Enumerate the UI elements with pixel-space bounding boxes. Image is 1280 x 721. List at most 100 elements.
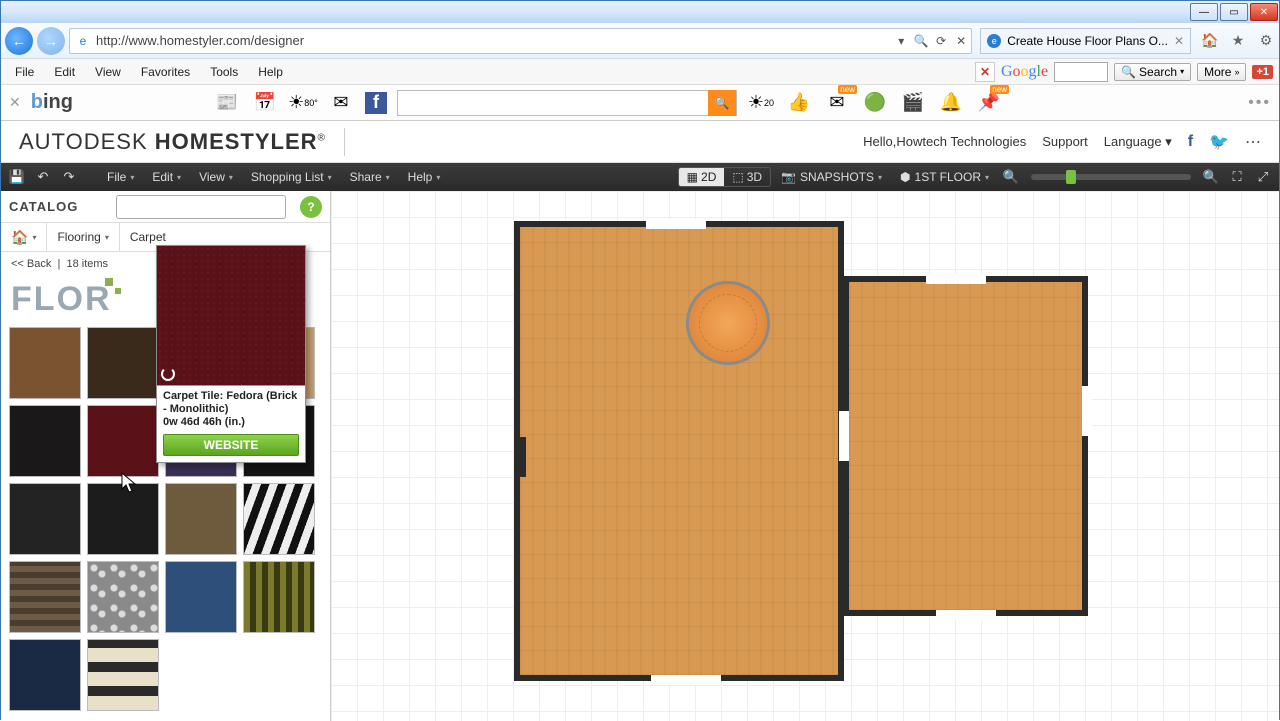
- tab-close-icon[interactable]: ✕: [1174, 34, 1184, 48]
- swatch[interactable]: [243, 561, 315, 633]
- toolbar-search-go-icon[interactable]: 🔍: [708, 90, 736, 116]
- mail-icon[interactable]: ✉: [327, 89, 355, 117]
- google-search-box[interactable]: [1054, 62, 1108, 82]
- search-label: Search: [1139, 65, 1177, 79]
- gear-icon[interactable]: ⚙: [1257, 32, 1275, 49]
- catalog-search-input[interactable]: [117, 199, 286, 214]
- menu-file[interactable]: File: [7, 62, 42, 82]
- swatch[interactable]: [165, 483, 237, 555]
- menu-help[interactable]: Help: [250, 62, 291, 82]
- undo-icon[interactable]: ↶: [31, 166, 55, 188]
- view-mode-toggle[interactable]: ▦ 2D ⬚ 3D: [678, 167, 771, 187]
- divider: [344, 128, 345, 156]
- zoom-out-icon[interactable]: 🔍: [999, 166, 1023, 188]
- round-table[interactable]: [686, 281, 770, 365]
- pin-icon[interactable]: 📌new: [975, 89, 1003, 117]
- breadcrumb-home[interactable]: 🏠▾: [1, 223, 47, 251]
- swatch[interactable]: [9, 639, 81, 711]
- menu-view[interactable]: View: [87, 62, 129, 82]
- like-icon[interactable]: 👍: [785, 89, 813, 117]
- dropdown-icon[interactable]: ▾: [891, 34, 911, 48]
- home-icon[interactable]: 🏠: [1201, 32, 1219, 49]
- forward-button[interactable]: →: [37, 27, 65, 55]
- swatch[interactable]: [9, 483, 81, 555]
- zoom-thumb[interactable]: [1066, 170, 1076, 184]
- save-icon[interactable]: 💾: [5, 166, 29, 188]
- snapshots-dropdown[interactable]: 📷 SNAPSHOTS▾: [773, 167, 890, 187]
- menu-shopping[interactable]: Shopping List▾: [243, 167, 340, 187]
- google-logo: Google: [1001, 63, 1048, 81]
- alert-icon[interactable]: 🔔: [937, 89, 965, 117]
- tooltip-website-button[interactable]: WEBSITE: [163, 434, 299, 456]
- menu-tools[interactable]: Tools: [202, 62, 246, 82]
- search-icon[interactable]: 🔍: [911, 34, 931, 48]
- refresh-icon[interactable]: ⟳: [931, 34, 951, 48]
- redo-icon[interactable]: ↷: [57, 166, 81, 188]
- menu-file[interactable]: File▾: [99, 167, 142, 187]
- swatch[interactable]: [9, 561, 81, 633]
- back-link[interactable]: << Back: [11, 258, 51, 270]
- skype-icon[interactable]: 🟢: [861, 89, 889, 117]
- swatch[interactable]: [9, 327, 81, 399]
- menu-edit[interactable]: Edit▾: [144, 167, 189, 187]
- language-dropdown[interactable]: Language ▾: [1104, 134, 1172, 150]
- gplus-button[interactable]: +1: [1252, 65, 1273, 79]
- block-popup-icon[interactable]: ✕: [975, 62, 995, 82]
- catalog-search[interactable]: 🔍: [116, 195, 286, 219]
- url-input[interactable]: [96, 33, 891, 48]
- twitter-share-icon[interactable]: 🐦: [1209, 132, 1229, 152]
- menu-help[interactable]: Help▾: [400, 167, 449, 187]
- swatch[interactable]: [87, 327, 159, 399]
- stop-icon[interactable]: ✕: [951, 34, 971, 48]
- toolbar-search-input[interactable]: [398, 95, 708, 110]
- swatch[interactable]: [165, 561, 237, 633]
- menu-edit[interactable]: Edit: [46, 62, 83, 82]
- swatch[interactable]: [87, 561, 159, 633]
- swatch[interactable]: [243, 483, 315, 555]
- more-button[interactable]: More»: [1197, 63, 1246, 81]
- floor-dropdown[interactable]: ⬢ 1ST FLOOR▾: [892, 167, 997, 187]
- breadcrumb-flooring[interactable]: Flooring▾: [47, 223, 119, 251]
- more-share-icon[interactable]: ⋯: [1245, 132, 1261, 152]
- weather-icon[interactable]: ☀80°: [289, 89, 317, 117]
- floorplan-canvas[interactable]: [331, 191, 1279, 721]
- calendar-icon[interactable]: 📅: [251, 89, 279, 117]
- window-maximize-button[interactable]: ▭: [1220, 3, 1248, 21]
- rewards-icon[interactable]: ☀20: [747, 89, 775, 117]
- window-close-button[interactable]: ✕: [1250, 3, 1278, 21]
- menu-share[interactable]: Share▾: [342, 167, 398, 187]
- swatch[interactable]: [87, 405, 159, 477]
- swatch[interactable]: [9, 405, 81, 477]
- extension-toolbar: ✕ bing 📰 📅 ☀80° ✉ f 🔍 ☀20 👍 ✉new 🟢 🎬 🔔 📌…: [1, 85, 1279, 121]
- fit-screen-icon[interactable]: ⛶: [1225, 166, 1249, 188]
- support-link[interactable]: Support: [1042, 134, 1088, 149]
- help-icon[interactable]: ?: [300, 196, 322, 218]
- window-minimize-button[interactable]: —: [1190, 3, 1218, 21]
- opening: [926, 274, 986, 284]
- google-search-button[interactable]: 🔍Search▾: [1114, 63, 1191, 81]
- zoom-slider[interactable]: [1031, 174, 1191, 180]
- address-bar[interactable]: e ▾ 🔍 ⟳ ✕: [69, 28, 972, 54]
- hotmail-icon[interactable]: ✉new: [823, 89, 851, 117]
- menu-favorites[interactable]: Favorites: [133, 62, 198, 82]
- toolbar-search[interactable]: 🔍: [397, 90, 737, 116]
- menu-view[interactable]: View▾: [191, 167, 241, 187]
- facebook-icon[interactable]: f: [365, 92, 387, 114]
- toolbar-close-icon[interactable]: ✕: [9, 94, 21, 111]
- overflow-icon[interactable]: •••: [1248, 94, 1271, 112]
- tooltip-title: Carpet Tile: Fedora (Brick - Monolithic): [157, 386, 305, 416]
- back-button[interactable]: ←: [5, 27, 33, 55]
- zoom-in-icon[interactable]: 🔍: [1199, 166, 1223, 188]
- facebook-share-icon[interactable]: f: [1188, 133, 1193, 151]
- news-icon[interactable]: 📰: [213, 89, 241, 117]
- rewards-count: 20: [764, 98, 774, 108]
- browser-tab[interactable]: e Create House Floor Plans O... ✕: [980, 28, 1191, 54]
- fullscreen-icon[interactable]: ⤢: [1251, 166, 1275, 188]
- room-left[interactable]: [514, 221, 844, 681]
- view-3d-button[interactable]: ⬚ 3D: [724, 168, 770, 186]
- favorites-icon[interactable]: ★: [1229, 32, 1247, 49]
- video-icon[interactable]: 🎬: [899, 89, 927, 117]
- view-2d-button[interactable]: ▦ 2D: [679, 168, 725, 186]
- room-right[interactable]: [843, 276, 1088, 616]
- swatch[interactable]: [87, 639, 159, 711]
